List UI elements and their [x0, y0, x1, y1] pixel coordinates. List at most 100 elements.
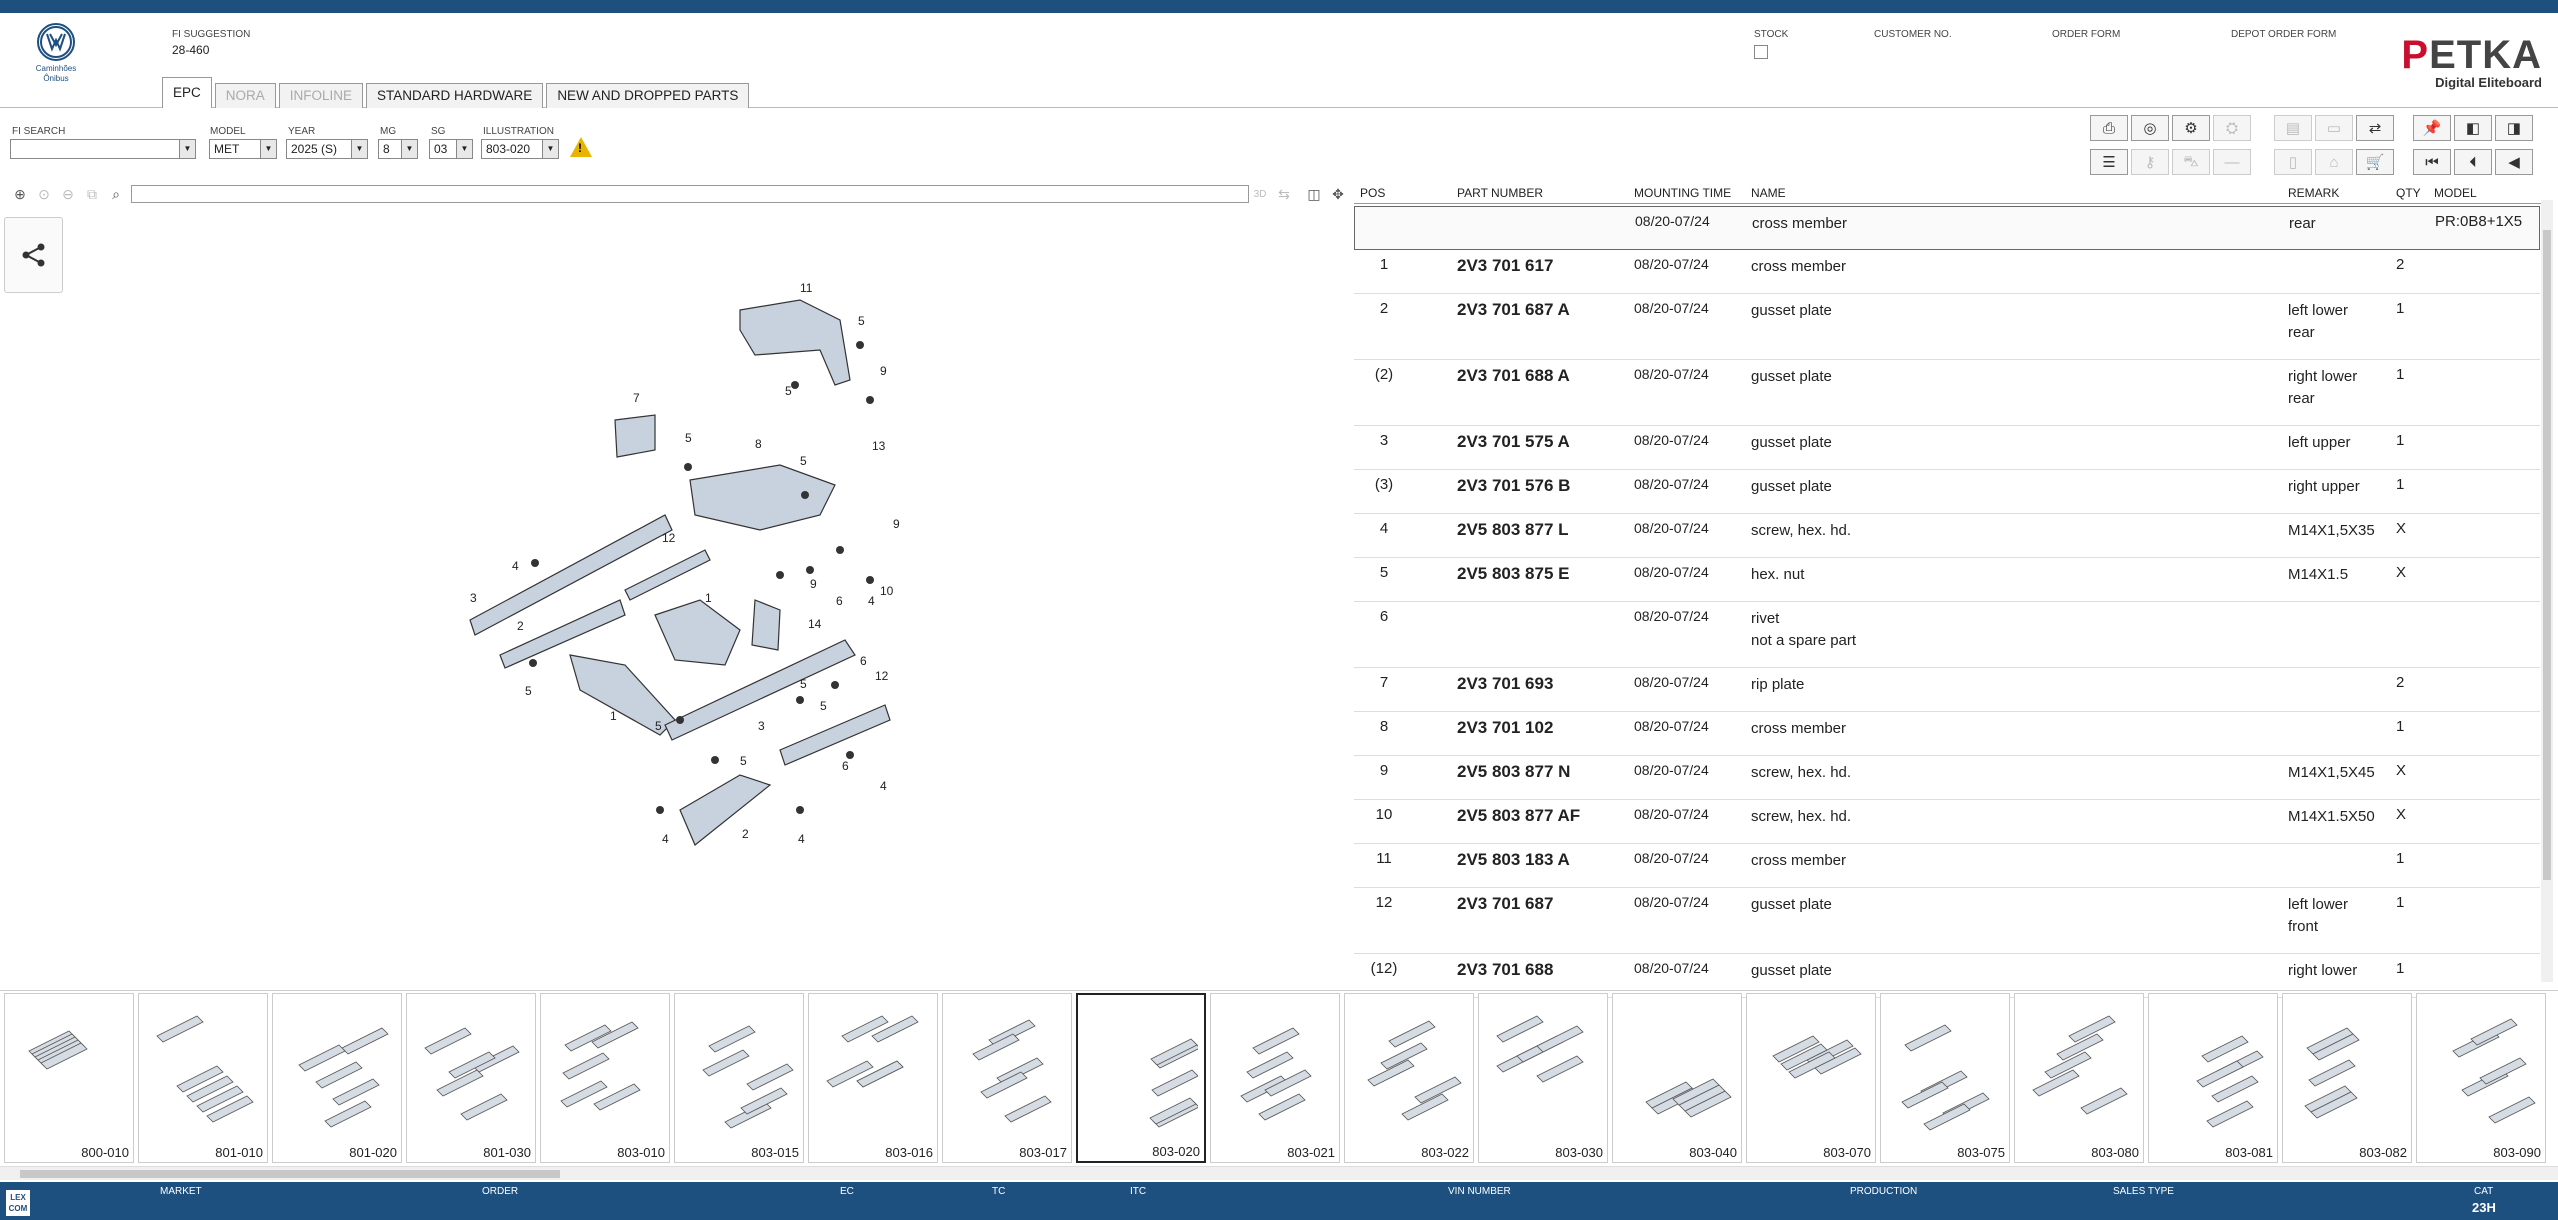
list-button[interactable]: ☰: [2090, 149, 2128, 175]
illustration-thumbnail[interactable]: 803-070: [1746, 993, 1876, 1163]
stock-checkbox[interactable]: [1754, 45, 1768, 59]
table-row[interactable]: 4 2V5 803 877 L 08/20-07/24 screw, hex. hd.…: [1354, 514, 2540, 558]
row-qty: 1: [2396, 718, 2405, 735]
split-view-icon[interactable]: ◫: [1304, 184, 1324, 204]
cart-button[interactable]: 🛒: [2356, 149, 2394, 175]
move-icon[interactable]: ✥: [1328, 184, 1348, 204]
row-pos: (2): [1374, 366, 1394, 383]
col-pos-header[interactable]: POS: [1360, 186, 1385, 200]
table-row[interactable]: 6 08/20-07/24 rivet not a spare part: [1354, 602, 2540, 668]
row-remark: left lower: [2288, 896, 2349, 913]
illustration-thumbnail[interactable]: 803-016: [808, 993, 938, 1163]
book-left-icon: ◧: [2465, 120, 2481, 137]
illustration-thumbnail[interactable]: 801-010: [138, 993, 268, 1163]
row-remark: left lower: [2288, 302, 2349, 319]
tab-epc[interactable]: EPC: [162, 77, 212, 108]
key-button[interactable]: ⚷: [2131, 149, 2169, 175]
thumbnail-drawing: [28, 1030, 88, 1070]
car-button[interactable]: ⛍: [2172, 149, 2210, 175]
illustration-thumbnail[interactable]: 803-022: [1344, 993, 1474, 1163]
illustration-thumbnail[interactable]: 803-075: [1880, 993, 2010, 1163]
tab-infoline[interactable]: INFOLINE: [278, 83, 364, 108]
table-row[interactable]: 11 2V5 803 183 A 08/20-07/24 cross member 1: [1354, 844, 2540, 888]
table-row[interactable]: 9 2V5 803 877 N 08/20-07/24 screw, hex. hd.…: [1354, 756, 2540, 800]
col-name-header[interactable]: NAME: [1751, 186, 1786, 200]
book-next-button[interactable]: ◨: [2495, 115, 2533, 141]
col-mounting-time-header[interactable]: MOUNTING TIME: [1634, 186, 1731, 200]
year-select[interactable]: 2025 (S) ▼: [286, 139, 368, 159]
warning-icon[interactable]: !: [570, 137, 592, 157]
table-scrollbar[interactable]: [2541, 200, 2553, 982]
tab-standard-hardware[interactable]: STANDARD HARDWARE: [366, 83, 544, 108]
table-row[interactable]: 3 2V3 701 575 A 08/20-07/24 gusset plate lef…: [1354, 426, 2540, 470]
col-qty-header[interactable]: QTY: [2396, 186, 2421, 200]
thumbnail-scrollbar[interactable]: [0, 1166, 2558, 1180]
tab-nora[interactable]: NORA: [214, 83, 276, 108]
illustration-select[interactable]: 803-020 ▼: [481, 139, 559, 159]
petka-logo-rest: ETKA: [2429, 33, 2542, 77]
illustration-thumbnail[interactable]: 803-010: [540, 993, 670, 1163]
illustration-thumbnail[interactable]: 801-020: [272, 993, 402, 1163]
pin-button[interactable]: 📌: [2413, 115, 2451, 141]
prev-item-button[interactable]: ◀: [2495, 149, 2533, 175]
compare-icon[interactable]: ⇆: [1274, 184, 1294, 204]
print-button[interactable]: ⎙: [2090, 115, 2128, 141]
table-row[interactable]: (2) 2V3 701 688 A 08/20-07/24 gusset plate r…: [1354, 360, 2540, 426]
illustration-thumbnail[interactable]: 803-082: [2282, 993, 2412, 1163]
phone-button[interactable]: ▯: [2274, 149, 2312, 175]
table-row[interactable]: (3) 2V3 701 576 B 08/20-07/24 gusset plate r…: [1354, 470, 2540, 514]
table-row[interactable]: 08/20-07/24 cross member rear PR:0B8+1X5: [1354, 206, 2540, 250]
table-row[interactable]: 2 2V3 701 687 A 08/20-07/24 gusset plate lef…: [1354, 294, 2540, 360]
vehicle-button[interactable]: ⚙: [2172, 115, 2210, 141]
search-icon[interactable]: ⌕: [106, 184, 126, 204]
remove-button[interactable]: —: [2213, 149, 2251, 175]
shop-button[interactable]: ⌂: [2315, 149, 2353, 175]
disc-button[interactable]: ◎: [2131, 115, 2169, 141]
book-prev-button[interactable]: ◧: [2454, 115, 2492, 141]
warning-glyph: !: [578, 141, 582, 155]
illustration-thumbnail[interactable]: 803-040: [1612, 993, 1742, 1163]
mg-select[interactable]: 8 ▼: [378, 139, 418, 159]
document-button[interactable]: ▤: [2274, 115, 2312, 141]
illustration-thumbnail[interactable]: 803-030: [1478, 993, 1608, 1163]
illustration-thumbnail[interactable]: 803-021: [1210, 993, 1340, 1163]
table-row[interactable]: 7 2V3 701 693 08/20-07/24 rip plate 2: [1354, 668, 2540, 712]
zoom-fit-icon[interactable]: ⊙: [34, 184, 54, 204]
thumbnail-label: 801-030: [483, 1145, 531, 1160]
prev-page-button[interactable]: ⏴: [2454, 149, 2492, 175]
cart-transfer-button[interactable]: ⇄: [2356, 115, 2394, 141]
sg-select[interactable]: 03 ▼: [429, 139, 473, 159]
illustration-thumbnail[interactable]: 803-017: [942, 993, 1072, 1163]
table-row[interactable]: 5 2V5 803 875 E 08/20-07/24 hex. nut M14X1.5…: [1354, 558, 2540, 602]
viewer-search-input[interactable]: [131, 185, 1249, 203]
col-remark-header[interactable]: REMARK: [2288, 186, 2339, 200]
illustration-thumbnail[interactable]: 803-015: [674, 993, 804, 1163]
model-select[interactable]: MET ▼: [209, 139, 277, 159]
parts-illustration[interactable]: 11 5 9 5 13 7 5 8 5 9 4 12 3 1 9 6 4 10 …: [440, 270, 940, 860]
vehicle-info-button[interactable]: ⛭: [2213, 115, 2251, 141]
tab-new-and-dropped-parts[interactable]: NEW AND DROPPED PARTS: [546, 83, 750, 108]
illustration-thumbnail[interactable]: 801-030: [406, 993, 536, 1163]
fi-search-select[interactable]: ▼: [10, 139, 196, 159]
zoom-out-icon[interactable]: ⊖: [58, 184, 78, 204]
zoom-in-icon[interactable]: ⊕: [10, 184, 30, 204]
illustration-thumbnail[interactable]: 803-020: [1076, 993, 1206, 1163]
copy-icon[interactable]: ⧉: [82, 184, 102, 204]
search-vin-button[interactable]: ▭: [2315, 115, 2353, 141]
share-button[interactable]: [4, 217, 63, 293]
table-row[interactable]: 8 2V3 701 102 08/20-07/24 cross member 1: [1354, 712, 2540, 756]
scroll-thumb[interactable]: [2543, 230, 2551, 880]
illustration-thumbnail[interactable]: 800-010: [4, 993, 134, 1163]
illustration-thumbnail[interactable]: 803-080: [2014, 993, 2144, 1163]
first-page-button[interactable]: ⏮: [2413, 149, 2451, 175]
scroll-thumb[interactable]: [20, 1170, 560, 1178]
col-part-number-header[interactable]: PART NUMBER: [1457, 186, 1543, 200]
illustration-thumbnail[interactable]: 803-090: [2416, 993, 2546, 1163]
table-row[interactable]: 1 2V3 701 617 08/20-07/24 cross member 2: [1354, 250, 2540, 294]
col-model-header[interactable]: MODEL: [2434, 186, 2477, 200]
illustration-thumbnail[interactable]: 803-081: [2148, 993, 2278, 1163]
row-qty: X: [2396, 806, 2407, 823]
table-row[interactable]: 12 2V3 701 687 08/20-07/24 gusset plate left…: [1354, 888, 2540, 954]
table-row[interactable]: 10 2V5 803 877 AF 08/20-07/24 screw, hex. h…: [1354, 800, 2540, 844]
view-3d-button[interactable]: 3D: [1250, 184, 1270, 204]
